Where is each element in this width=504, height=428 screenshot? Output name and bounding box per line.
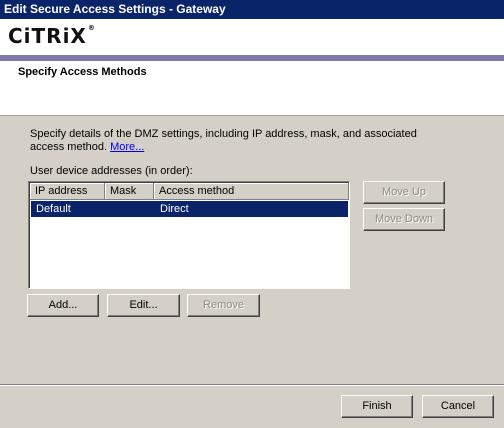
header-accent-bar (0, 55, 504, 61)
edit-button[interactable]: Edit... (107, 294, 180, 317)
footer-separator (0, 384, 504, 386)
logo-text: CiTRiX (8, 24, 87, 48)
cell-method: Direct (160, 203, 189, 215)
list-header: IP address Mask Access method (30, 183, 349, 200)
cell-ip: Default (36, 203, 71, 215)
move-up-button[interactable]: Move Up (363, 181, 445, 204)
description-text: Specify details of the DMZ settings, inc… (30, 128, 450, 154)
wizard-header: CiTRiX® Specify Access Methods (0, 19, 504, 116)
cancel-button[interactable]: Cancel (422, 395, 494, 418)
remove-button[interactable]: Remove (187, 294, 260, 317)
window-title: Edit Secure Access Settings - Gateway (0, 0, 504, 19)
address-list[interactable]: IP address Mask Access method Default Di… (28, 181, 350, 289)
finish-button[interactable]: Finish (341, 395, 413, 418)
more-link[interactable]: More... (110, 141, 144, 153)
column-access-method[interactable]: Access method (154, 183, 349, 200)
column-mask[interactable]: Mask (105, 183, 154, 200)
list-label: User device addresses (in order): (30, 165, 193, 177)
description-body: Specify details of the DMZ settings, inc… (30, 128, 417, 153)
move-down-button[interactable]: Move Down (363, 208, 445, 231)
column-ip-address[interactable]: IP address (30, 183, 105, 200)
add-button[interactable]: Add... (27, 294, 99, 317)
list-row[interactable]: Default Direct (31, 201, 348, 217)
logo-registered-mark: ® (87, 24, 96, 32)
page-title: Specify Access Methods (18, 66, 147, 78)
citrix-logo: CiTRiX® (8, 24, 96, 48)
cell-mask (106, 201, 155, 217)
